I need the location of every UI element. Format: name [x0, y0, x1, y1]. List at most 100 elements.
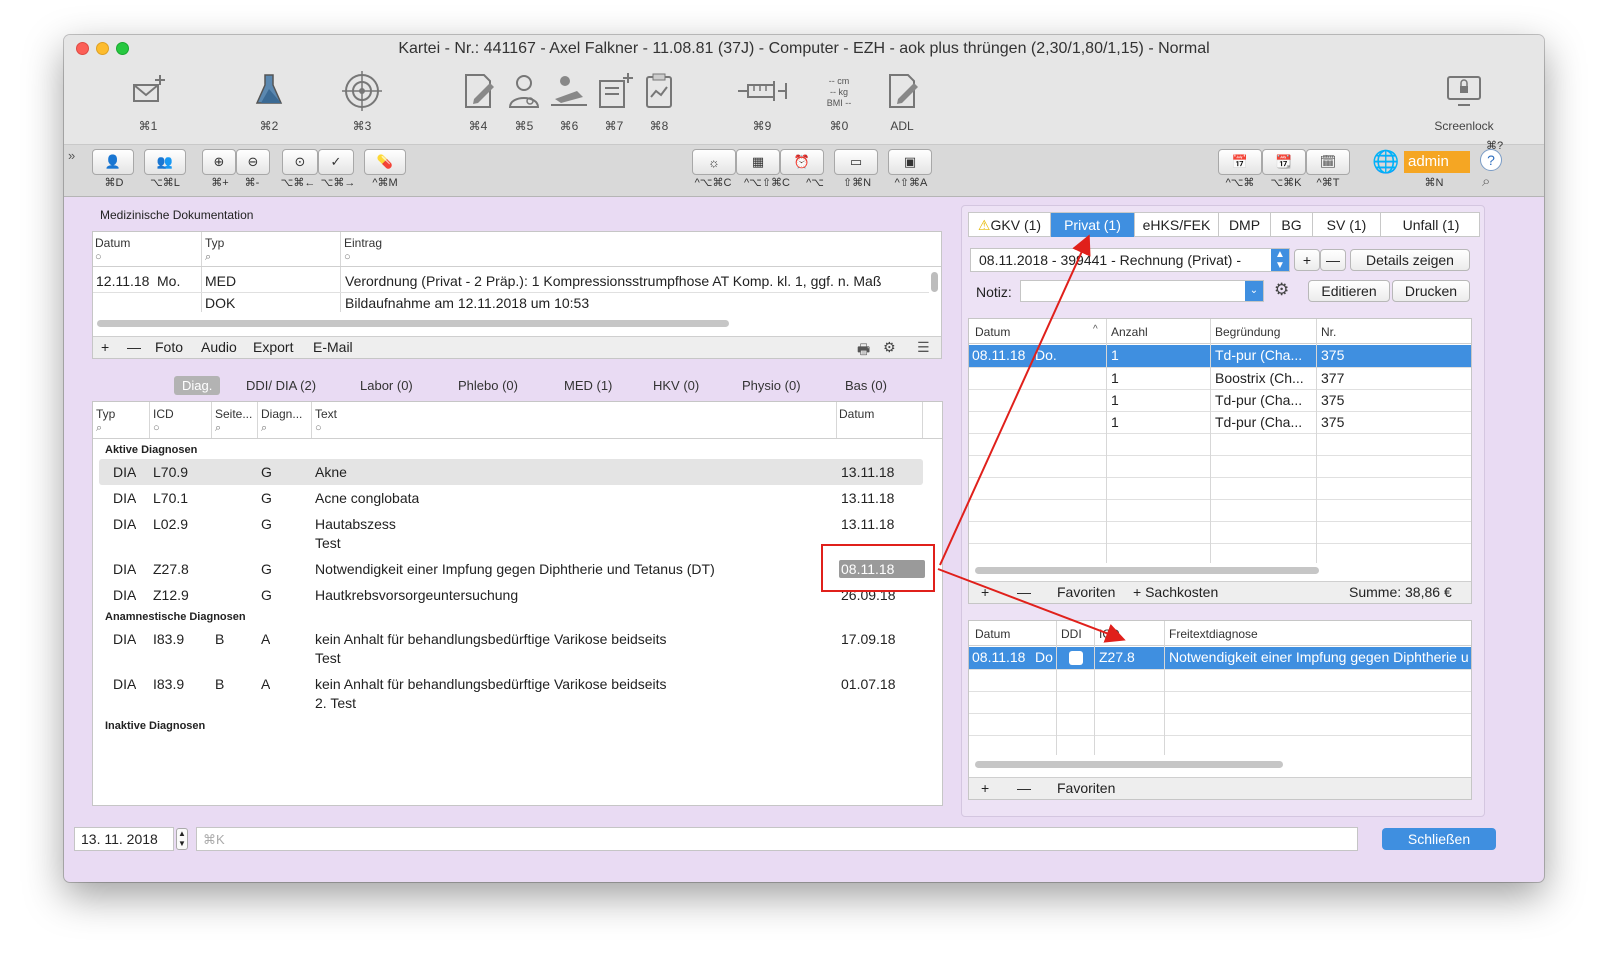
tab-physio[interactable]: Physio (0)	[742, 378, 801, 393]
header-inv-anzahl[interactable]: Anzahl	[1111, 325, 1148, 339]
toolbar-button-9[interactable]: ⌘9	[732, 69, 792, 141]
inv-nr[interactable]: 375	[1321, 414, 1344, 430]
favoriten-button[interactable]: Favoriten	[1057, 584, 1115, 600]
diag-row-1[interactable]: DIA L70.9 G Akne 13.11.18	[99, 459, 923, 485]
header-datum[interactable]: Datum	[95, 236, 130, 250]
command-input[interactable]: ⌘K	[196, 827, 1358, 851]
message-button[interactable]: ▭	[834, 149, 878, 175]
add-entry-button[interactable]: +	[101, 339, 109, 355]
toolbar-button-8[interactable]: ⌘8	[629, 69, 689, 141]
close-window-button[interactable]	[76, 42, 89, 55]
date-field[interactable]: 13. 11. 2018	[74, 827, 174, 851]
edit-button[interactable]: Editieren	[1308, 280, 1390, 302]
tab-ddi-dia[interactable]: DDI/ DIA (2)	[246, 378, 316, 393]
notiz-field[interactable]: ⌄	[1020, 280, 1264, 302]
horizontal-scrollbar[interactable]	[97, 320, 729, 327]
close-button[interactable]: Schließen	[1382, 828, 1496, 850]
diag-row-2[interactable]: DIA L70.1 G Acne conglobata 13.11.18	[99, 485, 923, 511]
header-dr-icd[interactable]: ICD	[1099, 627, 1120, 641]
toolbar-button-1[interactable]: ⌘1	[118, 69, 178, 141]
remove-diag-button[interactable]: —	[1017, 780, 1031, 796]
tab-diag[interactable]: Diag.	[174, 376, 221, 395]
toolbar-button-adl[interactable]: ADL	[872, 69, 932, 141]
toolbar-button-0[interactable]: -- cm -- kg BMI -- ⌘0	[809, 69, 869, 141]
filter-diag-icd-icon[interactable]: ○	[153, 422, 160, 434]
header-diag-typ[interactable]: Typ	[96, 407, 115, 421]
medication-button[interactable]: 💊	[364, 149, 406, 175]
zoom-in-button[interactable]: ⊕	[202, 149, 236, 175]
inv-reason[interactable]: Boostrix (Ch...	[1215, 370, 1304, 386]
email-button[interactable]: E-Mail	[313, 339, 353, 355]
tab-bg[interactable]: BG	[1271, 213, 1313, 237]
tab-phlebo[interactable]: Phlebo (0)	[458, 378, 518, 393]
inv-count[interactable]: 1	[1111, 392, 1119, 408]
tab-privat[interactable]: Privat (1)	[1051, 213, 1135, 237]
calendar-year-button[interactable]: 🗓	[1306, 149, 1350, 175]
header-diag-seite[interactable]: Seite...	[215, 407, 252, 421]
tab-hkv[interactable]: HKV (0)	[653, 378, 699, 393]
back-button[interactable]: ⊙	[282, 149, 318, 175]
app-button[interactable]: ▣	[888, 149, 932, 175]
filter-typ-icon[interactable]: ⌕	[205, 251, 211, 264]
diag-favoriten-button[interactable]: Favoriten	[1057, 780, 1115, 796]
print-button[interactable]: Drucken	[1392, 280, 1470, 302]
anamn-row-1[interactable]: DIA I83.9 B A kein Anhalt für behandlung…	[99, 626, 923, 670]
tab-ehks[interactable]: eHKS/FEK	[1135, 213, 1219, 237]
remove-entry-button[interactable]: —	[127, 339, 141, 355]
diag-row-5[interactable]: DIA Z12.9 G Hautkrebsvorsorgeuntersuchun…	[99, 582, 923, 608]
tab-bas[interactable]: Bas (0)	[845, 378, 887, 393]
calendar-add-button[interactable]: 📅	[1218, 149, 1262, 175]
date-stepper[interactable]: ▲ ▼	[176, 828, 188, 850]
clock-button[interactable]: ⏰	[780, 149, 824, 175]
expand-chevron-icon[interactable]: »	[68, 148, 75, 163]
diag-right-hscrollbar[interactable]	[975, 761, 1283, 768]
anamn-row-2[interactable]: DIA I83.9 B A kein Anhalt für behandlung…	[99, 671, 923, 715]
header-typ[interactable]: Typ	[205, 236, 224, 250]
screenlock-button[interactable]: Screenlock	[1424, 69, 1504, 141]
tab-labor[interactable]: Labor (0)	[360, 378, 413, 393]
patient-button[interactable]: 👤	[92, 149, 134, 175]
remove-invoice-button[interactable]: —	[1320, 249, 1346, 271]
tab-unfall[interactable]: Unfall (1)	[1381, 213, 1481, 237]
header-diag-text[interactable]: Text	[315, 407, 337, 421]
help-icon[interactable]: ?	[1480, 149, 1502, 171]
add-invoice-button[interactable]: +	[1294, 249, 1320, 271]
tab-dmp[interactable]: DMP	[1219, 213, 1271, 237]
zoom-out-button[interactable]: ⊖	[236, 149, 270, 175]
calculator-button[interactable]: ▦	[736, 149, 780, 175]
header-dr-freitext[interactable]: Freitextdiagnose	[1169, 627, 1258, 641]
diag-date-highlighted[interactable]: 08.11.18	[839, 560, 925, 578]
user-badge[interactable]: admin	[1404, 151, 1470, 173]
med-doc-row-2[interactable]: DOK Bildaufnahme am 12.11.2018 um 10:53	[93, 292, 929, 314]
diag-row-4[interactable]: DIA Z27.8 G Notwendigkeit einer Impfung …	[99, 556, 925, 582]
minimize-window-button[interactable]	[96, 42, 109, 55]
ddi-checkbox[interactable]	[1069, 651, 1083, 665]
header-inv-begruendung[interactable]: Begründung	[1215, 325, 1280, 339]
remove-position-button[interactable]: —	[1017, 584, 1031, 600]
inv-count[interactable]: 1	[1111, 370, 1119, 386]
check-button[interactable]: ✓	[318, 149, 354, 175]
header-eintrag[interactable]: Eintrag	[344, 236, 382, 250]
filter-datum-icon[interactable]: ○	[95, 251, 102, 263]
list-icon[interactable]: ☰	[917, 339, 930, 356]
toolbar-button-3[interactable]: ⌘3	[332, 69, 392, 141]
diag-row-3[interactable]: DIA L02.9 G Hautabszess Test 13.11.18	[99, 511, 923, 555]
tab-sv[interactable]: SV (1)	[1313, 213, 1381, 237]
invoice-select[interactable]: 08.11.2018 - 399441 - Rechnung (Privat) …	[970, 248, 1290, 272]
filter-eintrag-icon[interactable]: ○	[344, 251, 351, 263]
inv-nr[interactable]: 377	[1321, 370, 1344, 386]
filter-diag-seite-icon[interactable]: ⌕	[215, 422, 221, 435]
inv-count[interactable]: 1	[1111, 414, 1119, 430]
add-person-button[interactable]: 👥	[144, 149, 186, 175]
print-icon[interactable]: 🖶	[857, 339, 870, 363]
filter-diag-diagn-icon[interactable]: ⌕	[261, 422, 267, 435]
invoice-hscrollbar[interactable]	[975, 567, 1319, 574]
toolbar-button-2[interactable]: ⌘2	[239, 69, 299, 141]
tab-med[interactable]: MED (1)	[564, 378, 612, 393]
network-globe-icon[interactable]: 🌐	[1372, 149, 1399, 175]
header-dr-ddi[interactable]: DDI	[1061, 627, 1082, 641]
search-icon[interactable]: ⌕	[1482, 173, 1490, 190]
inv-reason[interactable]: Td-pur (Cha...	[1215, 414, 1302, 430]
details-button[interactable]: Details zeigen	[1350, 249, 1470, 271]
add-position-button[interactable]: +	[981, 584, 989, 600]
